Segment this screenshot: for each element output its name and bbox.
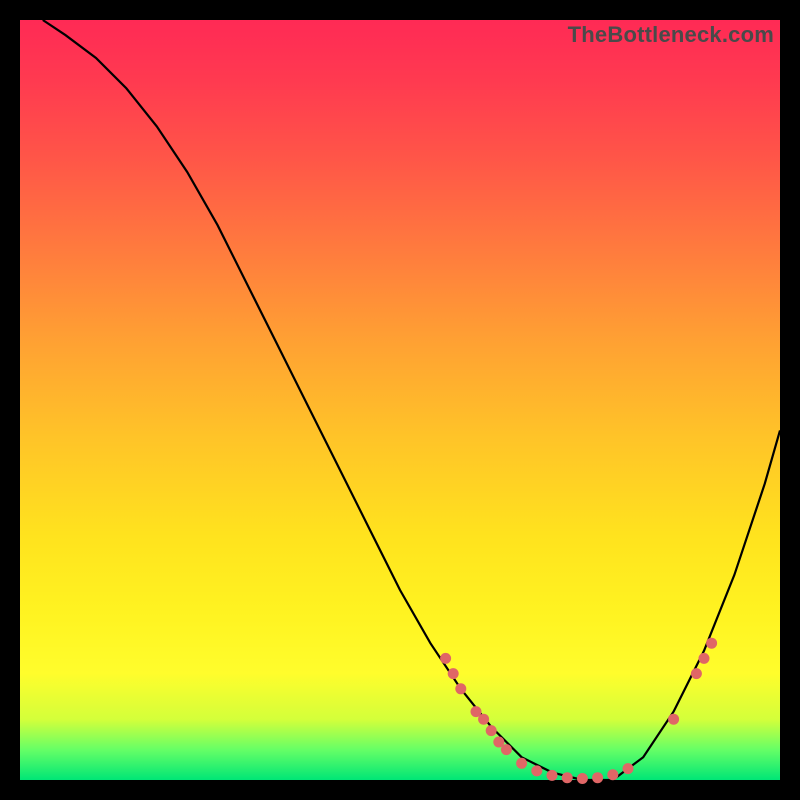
data-point bbox=[501, 744, 512, 755]
data-point bbox=[531, 765, 542, 776]
data-point bbox=[516, 758, 527, 769]
data-point bbox=[623, 763, 634, 774]
data-point bbox=[478, 714, 489, 725]
data-point bbox=[607, 769, 618, 780]
data-point bbox=[455, 683, 466, 694]
data-point bbox=[562, 772, 573, 783]
bottleneck-curve bbox=[43, 20, 780, 780]
chart-container: TheBottleneck.com bbox=[20, 20, 780, 780]
data-point bbox=[547, 770, 558, 781]
data-point bbox=[486, 725, 497, 736]
curve-markers bbox=[440, 638, 717, 784]
data-point bbox=[699, 653, 710, 664]
data-point bbox=[592, 772, 603, 783]
data-point bbox=[706, 638, 717, 649]
data-point bbox=[440, 653, 451, 664]
chart-svg bbox=[20, 20, 780, 780]
data-point bbox=[668, 714, 679, 725]
data-point bbox=[577, 773, 588, 784]
data-point bbox=[448, 668, 459, 679]
data-point bbox=[691, 668, 702, 679]
